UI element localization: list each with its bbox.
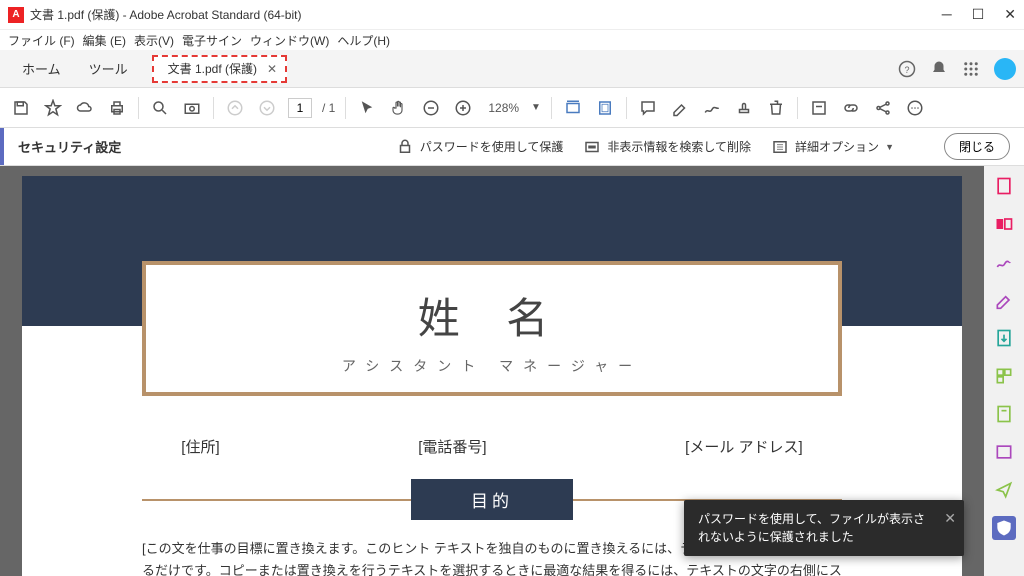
rail-create-icon[interactable] bbox=[992, 174, 1016, 198]
fit-page-icon[interactable] bbox=[594, 97, 616, 119]
rail-sign-icon[interactable] bbox=[992, 250, 1016, 274]
window-title: 文書 1.pdf (保護) - Adobe Acrobat Standard (… bbox=[30, 6, 301, 23]
redact-icon bbox=[583, 138, 601, 156]
tab-close-icon[interactable]: ✕ bbox=[267, 62, 277, 76]
pointer-icon[interactable] bbox=[356, 97, 378, 119]
svg-text:?: ? bbox=[904, 64, 909, 74]
menu-help[interactable]: ヘルプ(H) bbox=[337, 32, 390, 49]
highlight-icon[interactable] bbox=[669, 97, 691, 119]
section-label: 目的 bbox=[411, 479, 573, 520]
tab-document[interactable]: 文書 1.pdf (保護) ✕ bbox=[152, 55, 287, 83]
rail-combine-icon[interactable] bbox=[992, 212, 1016, 236]
redact-button[interactable]: 非表示情報を検索して削除 bbox=[583, 138, 751, 156]
page-down-icon[interactable] bbox=[256, 97, 278, 119]
search-icon[interactable] bbox=[149, 97, 171, 119]
menu-edit[interactable]: 編集 (E) bbox=[83, 32, 126, 49]
doc-name: 姓 名 bbox=[156, 285, 828, 346]
page-up-icon[interactable] bbox=[224, 97, 246, 119]
tab-tools[interactable]: ツール bbox=[75, 50, 142, 87]
hand-icon[interactable] bbox=[388, 97, 410, 119]
delete-icon[interactable] bbox=[765, 97, 787, 119]
share-icon[interactable] bbox=[872, 97, 894, 119]
avatar[interactable] bbox=[994, 58, 1016, 80]
camera-icon[interactable] bbox=[181, 97, 203, 119]
comment-icon[interactable] bbox=[637, 97, 659, 119]
security-label: セキュリティ設定 bbox=[0, 128, 135, 165]
doc-subtitle: アシスタント マネージャー bbox=[156, 356, 828, 376]
signature-icon[interactable] bbox=[701, 97, 723, 119]
save-icon[interactable] bbox=[10, 97, 32, 119]
zoom-level[interactable]: 128% bbox=[488, 101, 519, 115]
edit-icon[interactable] bbox=[808, 97, 830, 119]
doc-address: [住所] bbox=[181, 436, 219, 457]
menu-view[interactable]: 表示(V) bbox=[134, 32, 174, 49]
protect-label: パスワードを使用して保護 bbox=[420, 138, 564, 155]
print-icon[interactable] bbox=[106, 97, 128, 119]
rail-organize-icon[interactable] bbox=[992, 364, 1016, 388]
star-icon[interactable] bbox=[42, 97, 64, 119]
advanced-options-button[interactable]: 詳細オプション ▼ bbox=[771, 138, 894, 156]
redact-label: 非表示情報を検索して削除 bbox=[607, 138, 751, 155]
rail-form-icon[interactable] bbox=[992, 440, 1016, 464]
minimize-button[interactable]: ─ bbox=[942, 6, 952, 23]
zoom-out-icon[interactable] bbox=[420, 97, 442, 119]
link-icon[interactable] bbox=[840, 97, 862, 119]
options-icon bbox=[771, 138, 789, 156]
menu-esign[interactable]: 電子サイン bbox=[182, 32, 242, 49]
apps-icon[interactable] bbox=[962, 60, 980, 78]
lock-icon bbox=[396, 138, 414, 156]
app-icon: A bbox=[8, 7, 24, 23]
tab-home[interactable]: ホーム bbox=[8, 50, 75, 87]
doc-email: [メール アドレス] bbox=[685, 436, 803, 457]
protect-password-button[interactable]: パスワードを使用して保護 bbox=[396, 138, 564, 156]
more-icon[interactable] bbox=[904, 97, 926, 119]
menu-file[interactable]: ファイル (F) bbox=[8, 32, 75, 49]
zoom-in-icon[interactable] bbox=[452, 97, 474, 119]
stamp-icon[interactable] bbox=[733, 97, 755, 119]
toast-text: パスワードを使用して、ファイルが表示されないように保護されました bbox=[698, 512, 925, 544]
help-icon[interactable]: ? bbox=[898, 60, 916, 78]
menu-window[interactable]: ウィンドウ(W) bbox=[250, 32, 329, 49]
advanced-label: 詳細オプション bbox=[795, 138, 879, 155]
page-total: / 1 bbox=[322, 101, 335, 115]
doc-phone: [電話番号] bbox=[418, 436, 486, 457]
close-security-button[interactable]: 閉じる bbox=[944, 133, 1010, 160]
rail-edit-icon[interactable] bbox=[992, 288, 1016, 312]
toast-close-icon[interactable]: ✕ bbox=[944, 508, 956, 529]
rail-protect-icon[interactable] bbox=[992, 516, 1016, 540]
maximize-button[interactable]: ☐ bbox=[972, 6, 985, 23]
rail-send-icon[interactable] bbox=[992, 478, 1016, 502]
bell-icon[interactable] bbox=[930, 60, 948, 78]
toast-notification: パスワードを使用して、ファイルが表示されないように保護されました ✕ bbox=[684, 500, 964, 556]
cloud-icon[interactable] bbox=[74, 97, 96, 119]
close-window-button[interactable]: ✕ bbox=[1004, 6, 1016, 23]
tab-document-label: 文書 1.pdf (保護) bbox=[168, 60, 257, 77]
page-input[interactable] bbox=[288, 98, 312, 118]
rail-compress-icon[interactable] bbox=[992, 402, 1016, 426]
fit-width-icon[interactable] bbox=[562, 97, 584, 119]
rail-export-icon[interactable] bbox=[992, 326, 1016, 350]
